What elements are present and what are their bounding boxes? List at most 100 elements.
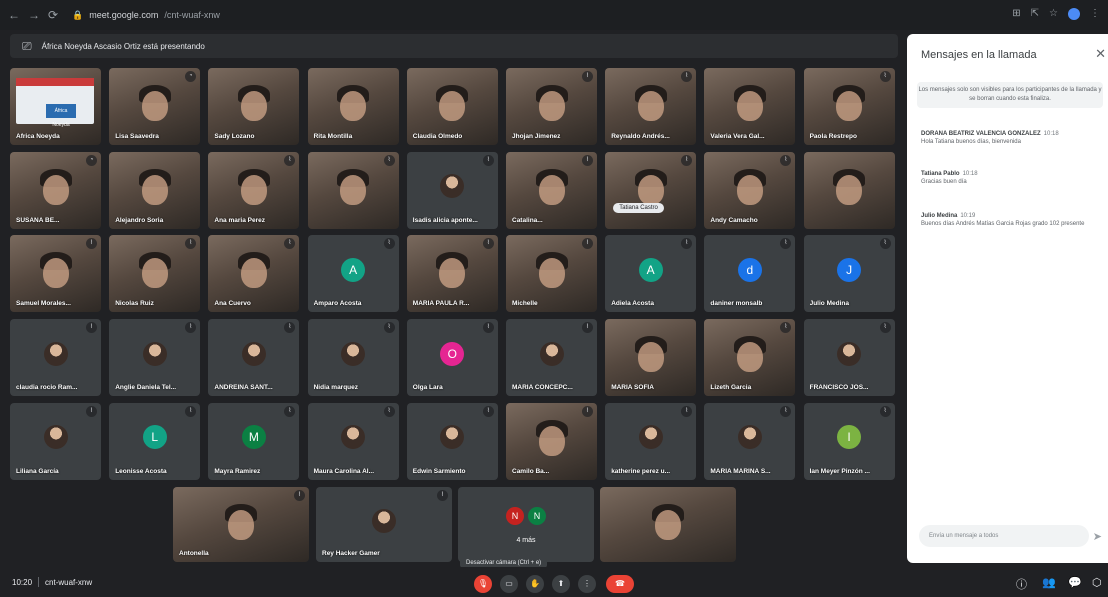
participant-tile[interactable]: ⌇ Ana maria Perez: [208, 151, 300, 229]
participant-tile[interactable]: ⌇ MARIA MARINA S...: [704, 402, 796, 480]
forward-icon[interactable]: →: [28, 8, 40, 22]
participant-tile[interactable]: [600, 487, 736, 562]
participant-name: Nicolas Ruiz: [115, 300, 154, 308]
participant-name: Anglie Daniela Tel...: [115, 384, 177, 392]
participant-tile[interactable]: ◔ SUSANA BE...: [10, 151, 101, 229]
more-participants-tile[interactable]: NN 4 más: [458, 487, 594, 562]
participant-tile[interactable]: L ⌇ Leonisse Acosta: [109, 402, 201, 480]
participant-tile[interactable]: ⌇ Rey Hacker Gamer: [316, 487, 452, 562]
profile-avatar[interactable]: [1068, 8, 1080, 20]
participant-tile[interactable]: ⌇ Jhojan Jimenez: [506, 68, 597, 145]
participant-video-face: [836, 174, 863, 205]
chat-input[interactable]: Envía un mensaje a todos: [919, 525, 1089, 547]
participant-name: Sady Lozano: [214, 133, 255, 140]
mic-status-icon: ⌇: [879, 238, 891, 250]
participant-photo: [241, 341, 266, 366]
participant-photo: [142, 341, 167, 366]
participant-name: Adiela Acosta: [611, 300, 654, 308]
raise-hand-button[interactable]: ✋: [526, 575, 544, 593]
participant-tile[interactable]: O ⌇ Olga Lara: [406, 319, 498, 397]
participant-avatar: A: [638, 257, 663, 282]
participant-tile[interactable]: [803, 151, 895, 229]
participant-photo: [372, 508, 396, 533]
send-icon[interactable]: ➤: [1093, 530, 1102, 543]
participant-tile[interactable]: Valeria Vera Gal...: [704, 68, 796, 145]
participant-tile[interactable]: ◔ Lisa Saavedra: [109, 68, 201, 145]
chat-icon[interactable]: 💬: [1068, 576, 1082, 589]
menu-icon[interactable]: ⋮: [1090, 8, 1100, 20]
participant-tile[interactable]: ⌇ Reynaldo Andrés...: [605, 68, 697, 145]
participant-tile[interactable]: MARIA SOFIA: [605, 319, 697, 397]
participant-tile[interactable]: ⌇ Samuel Morales...: [10, 235, 101, 313]
participant-tile[interactable]: ⌇ claudia rocio Ram...: [10, 319, 101, 397]
participant-tile[interactable]: ⌇ Liliana García: [10, 402, 101, 480]
participant-tile[interactable]: ⌇ Michelle: [506, 235, 597, 313]
participant-tile[interactable]: ⌇ Anglie Daniela Tel...: [109, 319, 201, 397]
microphone-off-button[interactable]: 🎙: [474, 575, 492, 593]
participant-avatar: I: [837, 425, 862, 450]
participant-tile[interactable]: ⌇ Antonella: [173, 487, 309, 562]
mic-status-icon: ⌇: [86, 238, 97, 250]
star-icon[interactable]: ☆: [1049, 8, 1058, 20]
back-icon[interactable]: ←: [8, 8, 20, 22]
participant-tile[interactable]: ⌇ Camilo Ba...: [506, 402, 597, 480]
participant-tile[interactable]: ⌇ Nidia marquez: [307, 319, 399, 397]
participant-tile[interactable]: A ⌇ Adiela Acosta: [605, 235, 697, 313]
chat-panel: Mensajes en la llamada ✕ Los mensajes so…: [907, 34, 1108, 563]
participant-photo: [440, 425, 465, 450]
participant-tile[interactable]: ⌇ Ana Cuervo: [208, 235, 300, 313]
participant-video-face: [655, 509, 681, 540]
leave-call-button[interactable]: ☎: [606, 575, 634, 593]
participant-tile[interactable]: M ⌇ Mayra Ramirez: [208, 402, 300, 480]
participant-tile[interactable]: Sady Lozano: [208, 68, 300, 145]
participant-tile[interactable]: J ⌇ Julio Medina: [803, 235, 895, 313]
presenting-text: África Noeyda Ascasio Ortiz está present…: [41, 41, 205, 51]
participant-avatar: M: [241, 425, 266, 450]
participant-tile[interactable]: ⌇ Catalina...: [506, 151, 597, 229]
participant-tile[interactable]: ⌇ Nicolas Ruiz: [109, 235, 201, 313]
camera-button[interactable]: ▭: [500, 575, 518, 593]
mic-status-icon: ⌇: [681, 71, 693, 82]
participant-tile[interactable]: ⌇ Tatiana Castro: [605, 151, 697, 229]
close-icon[interactable]: ✕: [1095, 46, 1106, 62]
participant-tile[interactable]: Claudia Olmedo: [406, 68, 498, 145]
info-icon[interactable]: ⓘ: [1016, 576, 1027, 592]
participant-tile[interactable]: ⌇ katherine perez u...: [605, 402, 697, 480]
mic-status-icon: ⌇: [185, 405, 197, 417]
participant-name: Paola Restrepo: [809, 133, 857, 140]
participant-tile[interactable]: África Noeyda Africa Noeyda: [10, 68, 101, 145]
participant-tile[interactable]: ⌇: [307, 151, 399, 229]
participant-video-face: [538, 425, 565, 456]
participant-tile[interactable]: ⌇ MARIA CONCEPC...: [506, 319, 597, 397]
present-button[interactable]: ⬆: [552, 575, 570, 593]
participant-tile[interactable]: ⌇ Andy Camacho: [704, 151, 796, 229]
participant-tile[interactable]: ⌇ MARIA PAULA R...: [406, 235, 498, 313]
participant-tile[interactable]: d ⌇ daniner monsalb: [704, 235, 796, 313]
participant-tile[interactable]: ⌇ ANDREINA SANT...: [208, 319, 300, 397]
more-options-button[interactable]: ⋮: [578, 575, 596, 593]
participant-tile[interactable]: ⌇ Edwin Sarmiento: [406, 402, 498, 480]
participant-tile[interactable]: Alejandro Soria: [109, 151, 201, 229]
reload-icon[interactable]: ⟳: [48, 8, 58, 22]
participant-tile[interactable]: ⌇ Paola Restrepo: [803, 68, 895, 145]
mic-status-icon: ⌇: [383, 238, 395, 250]
presentation-thumbnail: África Noeyda: [16, 78, 94, 128]
share-icon[interactable]: ⇱: [1031, 8, 1039, 20]
participant-tile[interactable]: Rita Montilla: [307, 68, 399, 145]
participant-tile[interactable]: I ⌇ Ian Meyer Pinzón ...: [803, 402, 895, 480]
participant-tile[interactable]: ⌇ FRANCISCO JOS...: [803, 319, 895, 397]
participant-tile[interactable]: ⌇ Maura Carolina Al...: [307, 402, 399, 480]
participant-tile[interactable]: ⌇ Isadis alicia aponte...: [406, 151, 498, 229]
participant-name: claudia rocio Ram...: [16, 384, 78, 392]
address-bar[interactable]: 🔒 meet.google.com/cnt-wuaf-xnw: [72, 10, 220, 21]
people-icon[interactable]: 👥: [1042, 576, 1056, 589]
extensions-icon[interactable]: ⊞: [1012, 8, 1020, 20]
participant-avatar: d: [737, 257, 762, 282]
mic-status-icon: ⌇: [780, 322, 792, 334]
participant-name: Liliana García: [16, 467, 59, 475]
participant-name: Lisa Saavedra: [115, 133, 159, 140]
participant-tile[interactable]: ⌇ Lizeth Garcia: [704, 319, 796, 397]
mic-status-icon: ⌇: [86, 405, 97, 417]
participant-tile[interactable]: A ⌇ Amparo Acosta: [307, 235, 399, 313]
activities-icon[interactable]: ⬡: [1092, 576, 1102, 589]
